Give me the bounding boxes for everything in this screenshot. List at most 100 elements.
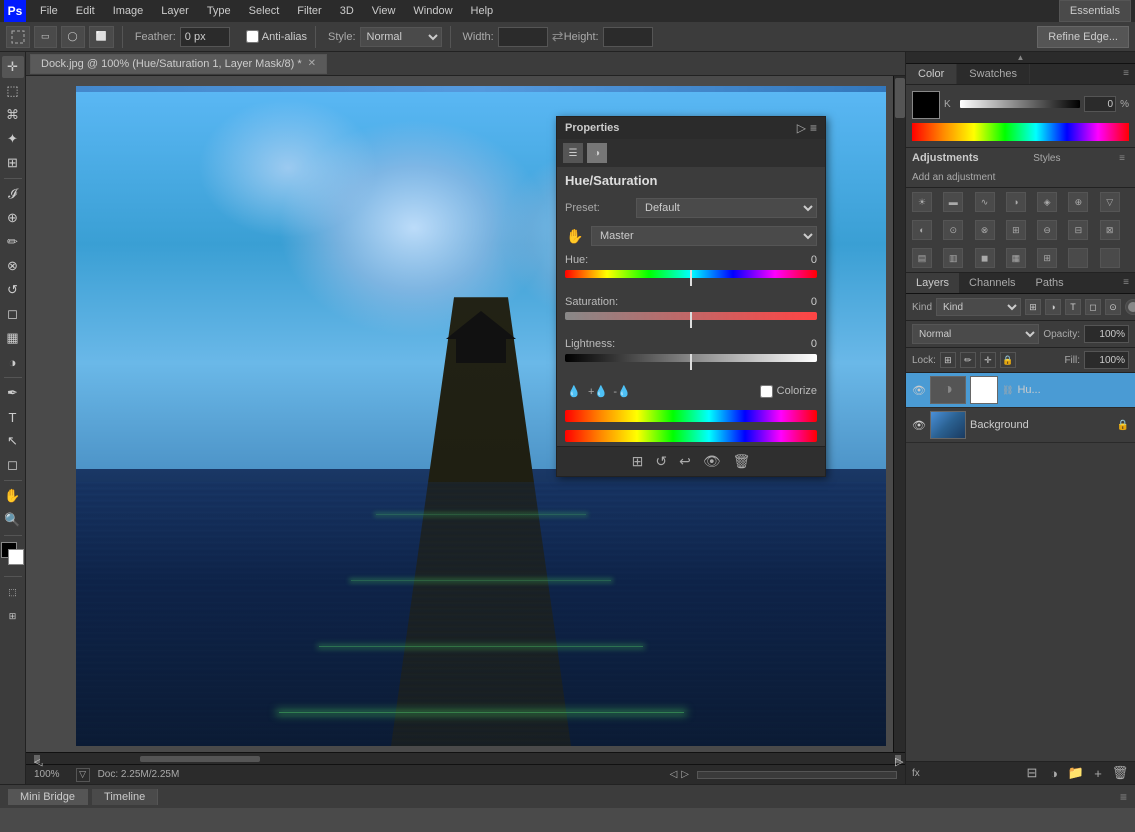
healing-tool[interactable]: ⊕ <box>2 207 24 229</box>
hand-icon[interactable]: ✋ <box>565 226 585 246</box>
adj-gradient-map[interactable]: ▤ <box>912 248 932 268</box>
rect-marquee-btn[interactable]: ▭ <box>34 26 57 48</box>
delete-layer-btn[interactable]: 🗑 <box>1111 765 1129 781</box>
new-layer-btn[interactable]: + <box>1089 766 1107 781</box>
opacity-input[interactable] <box>1084 325 1129 343</box>
tab-layers[interactable]: Layers <box>906 273 959 293</box>
properties-menu-btn[interactable]: ≡ <box>810 121 817 135</box>
zoom-tool[interactable]: 🔍 <box>2 509 24 531</box>
menu-layer[interactable]: Layer <box>153 3 197 19</box>
adj-options-btn[interactable]: ≡ <box>1115 153 1129 164</box>
adj-levels[interactable]: ▬ <box>943 192 963 212</box>
previous-state-btn[interactable]: ↺ <box>655 453 667 470</box>
gradient-tool[interactable]: ▦ <box>2 327 24 349</box>
properties-titlebar[interactable]: Properties ▷ ≡ <box>557 117 825 139</box>
shape-tool[interactable]: ◻ <box>2 454 24 476</box>
filter-shape-icon[interactable]: ◻ <box>1085 299 1101 315</box>
hand-tool[interactable]: ✋ <box>2 485 24 507</box>
eyedropper-plus-icon[interactable]: +💧 <box>589 382 607 400</box>
lock-transparent-btn[interactable]: ⊞ <box>940 352 956 368</box>
adj-threshold[interactable]: ⊠ <box>1100 220 1120 240</box>
adj-invert[interactable]: ⊖ <box>1037 220 1057 240</box>
adj-curves[interactable]: ∿ <box>975 192 995 212</box>
background-color[interactable] <box>8 549 24 565</box>
timeline-tab[interactable]: Timeline <box>92 789 158 805</box>
menu-file[interactable]: File <box>32 3 66 19</box>
quick-mask-btn[interactable]: ⬚ <box>2 581 24 603</box>
panel-options-btn[interactable]: ≡ <box>1117 64 1135 84</box>
lock-image-btn[interactable]: ✏ <box>960 352 976 368</box>
adj-gradient[interactable]: ▦ <box>1006 248 1026 268</box>
clone-tool[interactable]: ⊗ <box>2 255 24 277</box>
fill-input[interactable] <box>1084 351 1129 369</box>
crop-tool[interactable]: ⊞ <box>2 152 24 174</box>
adj-selective-color[interactable]: ▥ <box>943 248 963 268</box>
visibility-btn[interactable]: 👁 <box>703 453 721 470</box>
canvas-vscrollbar[interactable] <box>893 76 905 752</box>
delete-adjustment-btn[interactable]: 🗑 <box>733 453 751 470</box>
height-input[interactable] <box>603 27 653 47</box>
layer-hue-saturation[interactable]: 👁 ◑ ⛓ Hu... <box>906 373 1135 408</box>
menu-view[interactable]: View <box>364 3 404 19</box>
prop-tab-list[interactable]: ☰ <box>563 143 583 163</box>
eyedropper-icon[interactable]: 💧 <box>565 382 583 400</box>
clip-to-layer-btn[interactable]: ⊞ <box>632 453 644 470</box>
panel-collapse-btn[interactable]: ▲ <box>906 52 1135 64</box>
eraser-tool[interactable]: ◻ <box>2 303 24 325</box>
adj-exposure[interactable]: ◑ <box>1006 192 1026 212</box>
foreground-background-colors[interactable] <box>1 542 25 570</box>
hscroll-thumb[interactable] <box>140 756 260 762</box>
adj-color-lookup[interactable]: ⊞ <box>1006 220 1026 240</box>
menu-filter[interactable]: Filter <box>289 3 329 19</box>
preset-select[interactable]: Default Cyanotype Increase Saturation <box>636 198 817 218</box>
filter-adj-icon[interactable]: ◑ <box>1045 299 1061 315</box>
refine-edge-button[interactable]: Refine Edge... <box>1037 26 1129 48</box>
essentials-button[interactable]: Essentials <box>1059 0 1131 22</box>
prop-tab-adjustment[interactable]: ◑ <box>587 143 607 163</box>
marquee-tool-btn[interactable] <box>6 26 30 48</box>
anti-alias-checkbox[interactable] <box>246 30 259 43</box>
layer-vis-bg[interactable]: 👁 <box>912 418 926 432</box>
tab-color[interactable]: Color <box>906 64 957 84</box>
new-group-btn[interactable]: 📁 <box>1067 765 1085 781</box>
lock-move-btn[interactable]: ✛ <box>980 352 996 368</box>
k-slider-track[interactable] <box>960 100 1080 108</box>
quick-select-tool[interactable]: ✦ <box>2 128 24 150</box>
layers-list[interactable]: 👁 ◑ ⛓ Hu... 👁 Background 🔒 <box>906 373 1135 761</box>
fx-label[interactable]: fx <box>912 768 920 779</box>
adj-color-balance[interactable]: ▽ <box>1100 192 1120 212</box>
layer-vis-hue[interactable]: 👁 <box>912 383 926 397</box>
screen-mode-btn[interactable]: ⊞ <box>2 605 24 627</box>
dodge-tool[interactable]: ◑ <box>2 351 24 373</box>
filter-type-icon[interactable]: T <box>1065 299 1081 315</box>
adj-hue-sat[interactable]: ⊕ <box>1068 192 1088 212</box>
tab-channels[interactable]: Channels <box>959 273 1025 293</box>
layer-background[interactable]: 👁 Background 🔒 <box>906 408 1135 443</box>
layers-kind-select[interactable]: Kind Name Effect Mode Attribute Color Sm… <box>936 298 1021 316</box>
colorize-checkbox[interactable] <box>760 385 773 398</box>
layers-options-btn[interactable]: ≡ <box>1117 273 1135 293</box>
single-row-btn[interactable]: ⬜ <box>89 26 114 48</box>
eyedropper-minus-icon[interactable]: -💧 <box>613 382 631 400</box>
menu-select[interactable]: Select <box>241 3 288 19</box>
new-fill-adj-btn[interactable]: ◑ <box>1045 766 1063 781</box>
adj-posterize[interactable]: ⊟ <box>1068 220 1088 240</box>
menu-image[interactable]: Image <box>105 3 152 19</box>
menu-type[interactable]: Type <box>199 3 239 19</box>
menu-edit[interactable]: Edit <box>68 3 103 19</box>
tab-close-btn[interactable]: ✕ <box>308 58 316 69</box>
document-tab[interactable]: Dock.jpg @ 100% (Hue/Saturation 1, Layer… <box>30 54 327 74</box>
mini-bridge-tab[interactable]: Mini Bridge <box>8 789 88 805</box>
scroll-right-btn[interactable]: ▷ <box>895 755 901 763</box>
color-preview-swatch[interactable] <box>912 91 940 119</box>
path-select-tool[interactable]: ↖ <box>2 430 24 452</box>
anti-alias-checkbox-label[interactable]: Anti-alias <box>246 30 307 43</box>
hscroll-track[interactable] <box>40 755 895 763</box>
menu-help[interactable]: Help <box>463 3 502 19</box>
adj-black-white[interactable]: ◐ <box>912 220 932 240</box>
properties-expand-btn[interactable]: ▷ <box>797 121 806 135</box>
filter-toggle[interactable] <box>1125 299 1135 315</box>
filter-smart-icon[interactable]: ⊙ <box>1105 299 1121 315</box>
lock-all-btn[interactable]: 🔒 <box>1000 352 1016 368</box>
feather-input[interactable] <box>180 27 230 47</box>
